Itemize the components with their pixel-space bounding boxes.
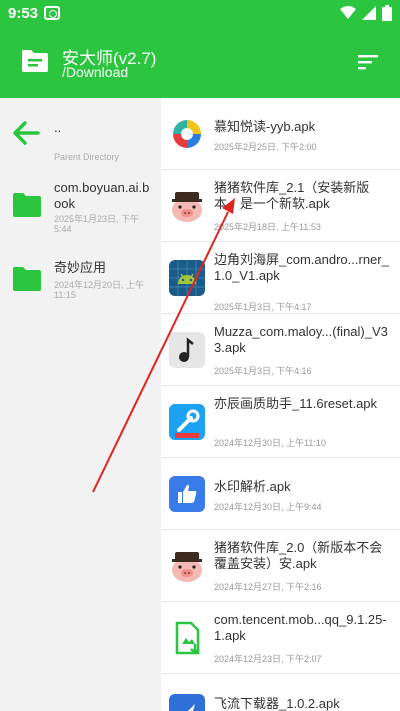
folder-name: 奇妙应用 xyxy=(54,260,107,275)
file-name: 猪猪软件库_2.0（新版本不会覆盖安装）安.apk xyxy=(214,540,383,571)
file-row[interactable]: 亦辰画质助手_11.6reset.apk 2024年12月30日, 上午11:1… xyxy=(161,386,400,458)
directory-pane: .. Parent Directory com.boyuan.ai.book 2… xyxy=(0,98,161,711)
music-note-icon xyxy=(169,332,205,368)
file-name: 飞流下载器_1.0.2.apk xyxy=(214,696,340,711)
file-name: 慕知悦读-yyb.apk xyxy=(214,119,316,134)
file-name: 边角刘海屏_com.andro...rner_1.0_V1.apk xyxy=(214,252,389,283)
notification-icon xyxy=(44,6,61,20)
file-row[interactable]: com.tencent.mob...qq_9.1.25-1.apk 2024年1… xyxy=(161,602,400,674)
file-name: Muzza_com.maloy...(final)_V33.apk xyxy=(214,324,388,355)
file-row[interactable]: 边角刘海屏_com.andro...rner_1.0_V1.apk 2025年1… xyxy=(161,242,400,314)
parent-directory-label: .. xyxy=(54,120,62,135)
pig-icon xyxy=(169,188,205,224)
back-arrow-icon xyxy=(13,121,40,145)
signal-icon xyxy=(362,6,376,20)
parent-directory-item[interactable]: .. Parent Directory xyxy=(0,112,161,172)
file-name: 亦辰画质助手_11.6reset.apk xyxy=(214,396,378,411)
apk-install-icon xyxy=(169,620,205,656)
file-row[interactable]: 慕知悦读-yyb.apk 2025年2月25日, 下午2:00 xyxy=(161,98,400,170)
file-date: 2024年12月30日, 上午9:44 xyxy=(214,502,322,512)
file-row[interactable]: 猪猪软件库_2.0（新版本不会覆盖安装）安.apk 2024年12月27日, 下… xyxy=(161,530,400,602)
android-icon xyxy=(169,260,205,296)
file-name: com.tencent.mob...qq_9.1.25-1.apk xyxy=(214,612,387,643)
status-bar: 9:53 xyxy=(0,0,400,26)
file-date: 2025年1月3日, 下午4:17 xyxy=(214,302,312,312)
parent-directory-sub: Parent Directory xyxy=(54,152,120,162)
download-rocket-icon xyxy=(169,694,205,711)
colorful-swirl-icon xyxy=(169,116,205,152)
wrench-icon xyxy=(169,404,205,440)
file-row[interactable]: Muzza_com.maloy...(final)_V33.apk 2025年1… xyxy=(161,314,400,386)
file-date: 2024年12月27日, 下午2:16 xyxy=(214,582,322,592)
file-name: 水印解析.apk xyxy=(214,479,291,494)
thumbs-up-icon xyxy=(169,476,205,512)
file-date: 2025年1月3日, 下午4:16 xyxy=(214,366,312,376)
file-date: 2024年12月30日, 上午11:10 xyxy=(214,438,326,448)
wifi-icon xyxy=(340,6,356,19)
file-row[interactable]: 飞流下载器_1.0.2.apk xyxy=(161,674,400,711)
folder-date: 2024年12月20日, 上午11:15 xyxy=(54,280,145,300)
file-date: 2025年2月18日, 上午11:53 xyxy=(214,222,321,232)
sort-icon[interactable] xyxy=(356,52,380,72)
status-time: 9:53 xyxy=(8,4,39,22)
folder-icon xyxy=(22,50,48,72)
folder-item[interactable]: 奇妙应用 2024年12月20日, 上午11:15 xyxy=(0,258,161,318)
folder-icon xyxy=(13,193,41,217)
folder-item[interactable]: com.boyuan.ai.book 2025年1月23日, 下午5:44 xyxy=(0,178,161,248)
file-name: 猪猪软件库_2.1（安装新版本，是一个新软.apk xyxy=(214,180,370,211)
folder-name: com.boyuan.ai.book xyxy=(54,180,150,211)
file-list: 慕知悦读-yyb.apk 2025年2月25日, 下午2:00 猪猪软件库_2.… xyxy=(161,98,400,711)
current-path: /Download xyxy=(62,64,129,80)
file-date: 2025年2月25日, 下午2:00 xyxy=(214,142,317,152)
file-row[interactable]: 水印解析.apk 2024年12月30日, 上午9:44 xyxy=(161,458,400,530)
folder-date: 2025年1月23日, 下午5:44 xyxy=(54,214,140,234)
file-row[interactable]: 猪猪软件库_2.1（安装新版本，是一个新软.apk 2025年2月18日, 上午… xyxy=(161,170,400,242)
app-bar: 安大师(v2.7) /Download xyxy=(0,26,400,98)
file-date: 2024年12月23日, 下午2:07 xyxy=(214,654,322,664)
battery-icon xyxy=(382,5,392,21)
status-icons xyxy=(340,5,392,21)
folder-icon xyxy=(13,267,41,291)
pig-icon xyxy=(169,548,205,584)
